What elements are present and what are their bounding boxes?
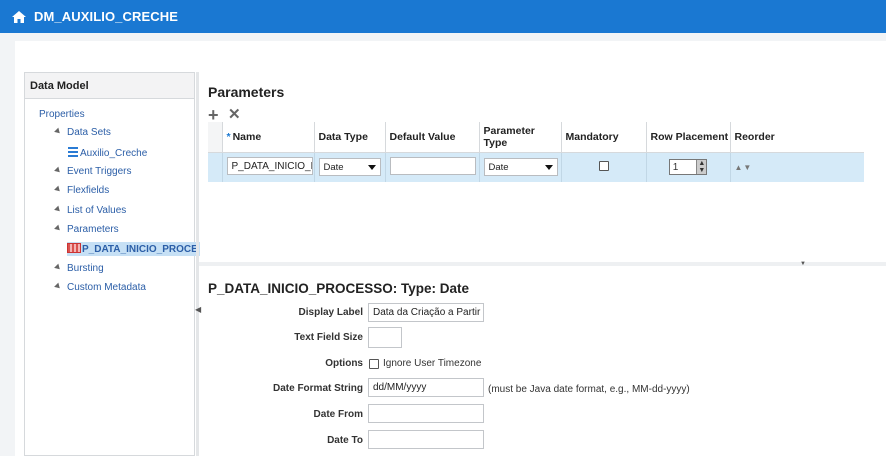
column-header-parameter-type[interactable]: Parameter Type [479, 122, 562, 153]
stepper-arrows-icon[interactable]: ▲ ▼ [696, 160, 707, 175]
date-format-input[interactable]: dd/MM/yyyy [368, 378, 484, 397]
options-label: Options [325, 358, 363, 369]
cell-parameter-type: Date [479, 152, 562, 182]
parameter-icon [67, 243, 81, 253]
display-label-label: Display Label [298, 307, 363, 318]
home-icon[interactable] [12, 10, 26, 23]
column-header-name[interactable]: * Name [222, 122, 315, 153]
date-to-input[interactable] [368, 430, 484, 449]
tree-item-label: List of Values [67, 205, 127, 216]
date-format-label: Date Format String [272, 383, 363, 394]
dropdown-arrow-icon[interactable] [367, 164, 376, 170]
column-header-mandatory[interactable]: Mandatory [561, 122, 647, 153]
tree-item-label: Flexfields [67, 185, 110, 196]
tree-item-custom-metadata[interactable]: Custom Metadata [54, 282, 146, 293]
expand-triangle-icon[interactable] [54, 185, 62, 194]
expand-triangle-icon[interactable] [54, 282, 62, 291]
table-header-row: * Name Data Type Default Value Parameter … [208, 122, 864, 153]
tree-item-label: Custom Metadata [67, 282, 146, 293]
tree-item-auxilio-creche[interactable]: Auxilio_Creche [68, 147, 147, 159]
date-from-input[interactable] [368, 404, 484, 423]
row-selector[interactable] [208, 152, 223, 182]
dropdown-arrow-icon[interactable] [544, 164, 553, 170]
data-set-icon [68, 147, 78, 157]
tree-item-list-of-values[interactable]: List of Values [54, 205, 127, 216]
tree-item-label: Parameters [67, 224, 119, 235]
expand-triangle-icon[interactable] [54, 224, 62, 233]
cell-default-value [385, 152, 480, 182]
collapse-down-icon[interactable]: ▼ [793, 261, 813, 267]
tree-item-label: Data Sets [67, 127, 111, 138]
tree-item-parameter-selected[interactable]: P_DATA_INICIO_PROCE [67, 242, 200, 256]
name-input[interactable]: P_DATA_INICIO_P [226, 156, 313, 175]
row-placement-stepper[interactable]: 1 ▲ ▼ [668, 159, 708, 176]
date-to-label: Date To [327, 435, 363, 446]
page-title: DM_AUXILIO_CRECHE [34, 9, 178, 24]
data-type-select[interactable]: Date [318, 158, 381, 177]
reorder-arrows-icon[interactable]: ▲▼ [735, 163, 753, 172]
cell-name: P_DATA_INICIO_P [222, 152, 315, 182]
tree-item-label: P_DATA_INICIO_PROCE [82, 244, 198, 255]
expand-triangle-icon[interactable] [54, 166, 62, 175]
stepper-value: 1 [672, 161, 679, 173]
column-header-row-placement[interactable]: Row Placement [646, 122, 731, 153]
default-value-input[interactable] [389, 156, 476, 175]
cell-row-placement: 1 ▲ ▼ [646, 152, 731, 182]
tree-item-label: Bursting [67, 263, 104, 274]
tree-item-parameters[interactable]: Parameters [54, 224, 119, 235]
data-model-panel: Data Model Properties Data Sets Auxilio_… [24, 72, 200, 456]
tree-item-label: Event Triggers [67, 166, 132, 177]
mandatory-checkbox[interactable] [598, 160, 609, 171]
expand-triangle-icon[interactable] [54, 205, 62, 214]
cell-mandatory [561, 152, 647, 182]
ignore-timezone-checkbox[interactable] [369, 359, 379, 369]
column-header-reorder[interactable]: Reorder [730, 122, 864, 153]
parameter-type-select[interactable]: Date [483, 158, 558, 177]
app-header: DM_AUXILIO_CRECHE [0, 0, 886, 33]
date-format-hint: (must be Java date format, e.g., MM-dd-y… [488, 384, 690, 395]
panel-title: Data Model [25, 73, 194, 99]
expand-triangle-icon[interactable] [54, 263, 62, 272]
column-header-default-value[interactable]: Default Value [385, 122, 480, 153]
required-marker: * [226, 130, 231, 143]
cell-data-type: Date [314, 152, 386, 182]
tree-item-properties[interactable]: Properties [39, 109, 85, 120]
tree-item-data-sets[interactable]: Data Sets [54, 127, 111, 138]
row-selector-header [208, 122, 223, 153]
cell-reorder: ▲▼ [730, 152, 864, 182]
text-field-size-label: Text Field Size [294, 332, 363, 343]
tree-item-bursting[interactable]: Bursting [54, 263, 104, 274]
select-value: Date [488, 161, 509, 173]
tree-item-label: Properties [39, 109, 85, 120]
parameter-detail-title: P_DATA_INICIO_PROCESSO: Type: Date [208, 281, 470, 296]
column-header-data-type[interactable]: Data Type [314, 122, 386, 153]
parameters-title: Parameters [208, 84, 285, 100]
select-value: Date [323, 161, 344, 173]
column-label: Name [232, 130, 262, 143]
ignore-timezone-label: Ignore User Timezone [383, 358, 482, 369]
table-row[interactable]: P_DATA_INICIO_P Date Date 1 ▲ ▼ ▲▼ [208, 152, 864, 182]
tree-item-flexfields[interactable]: Flexfields [54, 185, 110, 196]
tree-item-label: Auxilio_Creche [80, 148, 148, 159]
expand-triangle-icon[interactable] [54, 127, 62, 136]
text-field-size-input[interactable] [368, 327, 402, 348]
section-divider[interactable] [199, 262, 886, 266]
parameters-table: * Name Data Type Default Value Parameter … [208, 122, 864, 182]
collapse-left-icon[interactable]: ◀ [195, 305, 201, 315]
date-from-label: Date From [313, 409, 363, 420]
display-label-input[interactable]: Data da Criação a Partir De [368, 303, 484, 322]
tree-item-event-triggers[interactable]: Event Triggers [54, 166, 132, 177]
